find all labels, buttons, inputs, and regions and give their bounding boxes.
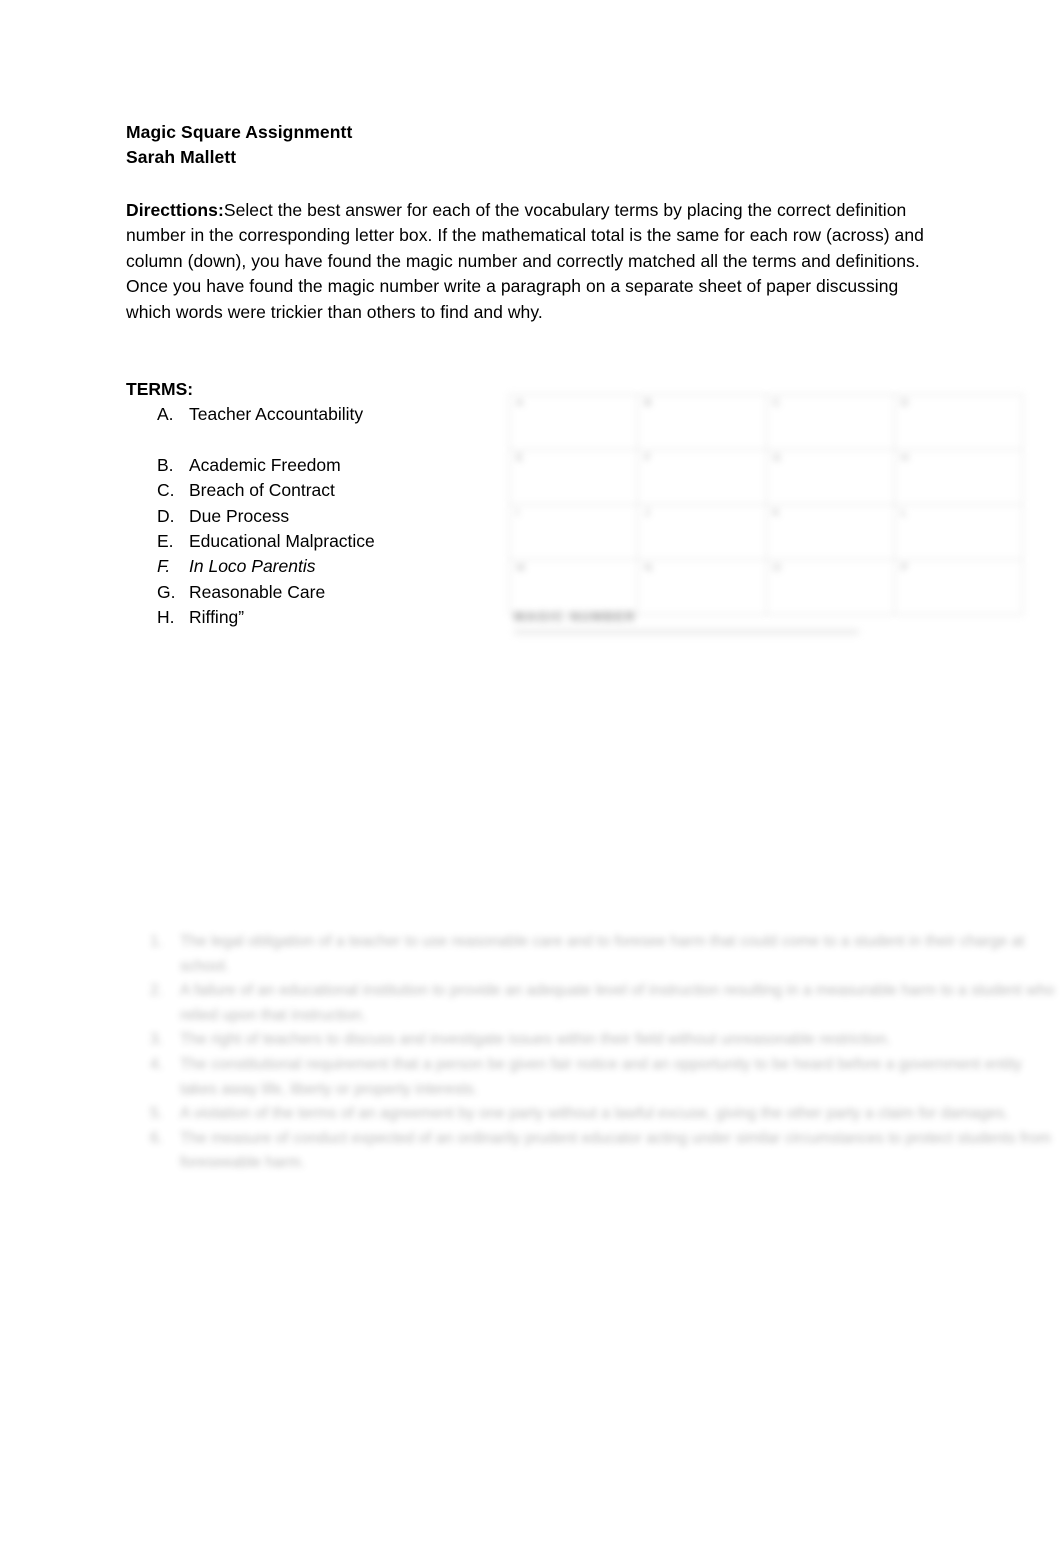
list-item: 2. A failure of an educational instituti…: [150, 979, 1062, 1028]
directions-paragraph-1: Directtions:Select the best answer for e…: [126, 198, 944, 274]
list-item: 3. The right of teachers to discuss and …: [150, 1028, 1062, 1053]
term-label: Due Process: [189, 505, 290, 526]
directions-label: Directtions:: [126, 200, 224, 220]
definition-marker: 2.: [150, 982, 163, 1000]
table-row: I J K L: [508, 504, 1024, 560]
list-item: 5. A violation of the terms of an agreem…: [150, 1102, 1062, 1127]
magic-square-cell[interactable]: E: [508, 449, 639, 505]
list-item: 6. The measure of conduct expected of an…: [150, 1127, 1062, 1176]
magic-square-cell[interactable]: G: [765, 449, 895, 505]
term-marker: C.: [157, 480, 175, 501]
terms-list: A. Teacher Accountability B. Academic Fr…: [126, 402, 486, 631]
definition-text: The right of teachers to discuss and inv…: [180, 1031, 891, 1049]
list-item: B. Academic Freedom: [126, 453, 486, 478]
definition-text: The legal obligation of a teacher to use…: [180, 933, 1025, 975]
definition-text: The measure of conduct expected of an or…: [180, 1129, 1052, 1172]
magic-square-cell[interactable]: L: [893, 504, 1024, 560]
list-item: F. In Loco Parentis: [126, 554, 486, 579]
term-label: Teacher Accountability: [189, 404, 364, 424]
list-item: 1. The legal obligation of a teacher to …: [150, 930, 1062, 979]
term-label: Educational Malpractice: [189, 530, 375, 551]
document-title: Magic Square Assignmentt: [126, 122, 353, 142]
list-item: D. Due Process: [126, 504, 486, 529]
directions-paragraph-2: Once you have found the magic number wri…: [126, 276, 899, 322]
magic-square-cell[interactable]: H: [893, 449, 1024, 505]
definition-text: The constitutional requirement that a pe…: [180, 1055, 1022, 1098]
magic-square-cell[interactable]: M: [508, 559, 639, 615]
magic-square-cell[interactable]: F: [637, 449, 767, 505]
definition-marker: 6.: [150, 1129, 163, 1147]
term-marker: E.: [157, 530, 174, 551]
directions-paragraph-1-text: Select the best answer for each of the v…: [126, 200, 924, 271]
magic-square-cell[interactable]: A: [508, 394, 639, 450]
term-label: In Loco Parentis: [189, 556, 316, 577]
document-author: Sarah Mallett: [126, 147, 237, 167]
magic-square-cell[interactable]: P: [893, 559, 1024, 615]
magic-square-cell[interactable]: K: [765, 504, 895, 560]
term-label: Reasonable Care: [189, 581, 326, 602]
definition-text: A failure of an educational institution …: [180, 982, 1055, 1024]
table-row: E F G H: [508, 449, 1024, 505]
definition-text: A violation of the terms of an agreement…: [180, 1105, 1009, 1123]
magic-square-caption: MAGIC NUMBER: [514, 608, 894, 634]
term-marker: A.: [157, 404, 174, 424]
definitions-block: 1. The legal obligation of a teacher to …: [150, 930, 1062, 1176]
magic-square-table[interactable]: A B C D E F G H I J K L M N O P: [508, 394, 1024, 615]
table-row: A B C D: [508, 394, 1024, 450]
caption-rule: [514, 630, 859, 634]
term-marker: D.: [157, 505, 175, 526]
definition-marker: 5.: [150, 1105, 163, 1123]
magic-square-cell[interactable]: D: [893, 394, 1024, 450]
magic-square-cell[interactable]: B: [637, 394, 767, 450]
document-page: Magic Square Assignmentt Sarah Mallett D…: [0, 0, 1062, 1556]
list-item: A. Teacher Accountability: [126, 402, 486, 427]
term-marker: H.: [157, 607, 175, 628]
term-label: Riffing”: [189, 607, 245, 628]
term-label: Academic Freedom: [189, 454, 341, 475]
magic-square-cell[interactable]: N: [637, 559, 767, 615]
table-row: M N O P: [508, 559, 1024, 615]
term-marker: F.: [157, 556, 171, 577]
directions-block: Directtions:Select the best answer for e…: [126, 198, 944, 325]
magic-square-caption-text: MAGIC NUMBER: [514, 609, 636, 624]
definition-marker: 1.: [150, 933, 163, 950]
term-label: Breach of Contract: [189, 480, 335, 501]
list-item: G. Reasonable Care: [126, 580, 486, 605]
magic-square-cell[interactable]: C: [765, 394, 895, 450]
document-header: Magic Square Assignmentt Sarah Mallett: [126, 120, 966, 170]
definition-marker: 3.: [150, 1031, 163, 1049]
list-item: E. Educational Malpractice: [126, 529, 486, 554]
list-item: H. Riffing”: [126, 605, 486, 630]
term-marker: B.: [157, 454, 174, 475]
list-item: C. Breach of Contract: [126, 478, 486, 503]
term-marker: G.: [157, 581, 176, 602]
magic-square-cell[interactable]: I: [508, 504, 639, 560]
magic-square-grid[interactable]: A B C D E F G H I J K L M N O P: [508, 394, 1024, 615]
terms-heading: TERMS:: [126, 379, 194, 399]
magic-square-cell[interactable]: J: [637, 504, 767, 560]
definition-marker: 4.: [150, 1055, 163, 1073]
list-item: 4. The constitutional requirement that a…: [150, 1053, 1062, 1102]
magic-square-cell[interactable]: O: [765, 559, 895, 615]
